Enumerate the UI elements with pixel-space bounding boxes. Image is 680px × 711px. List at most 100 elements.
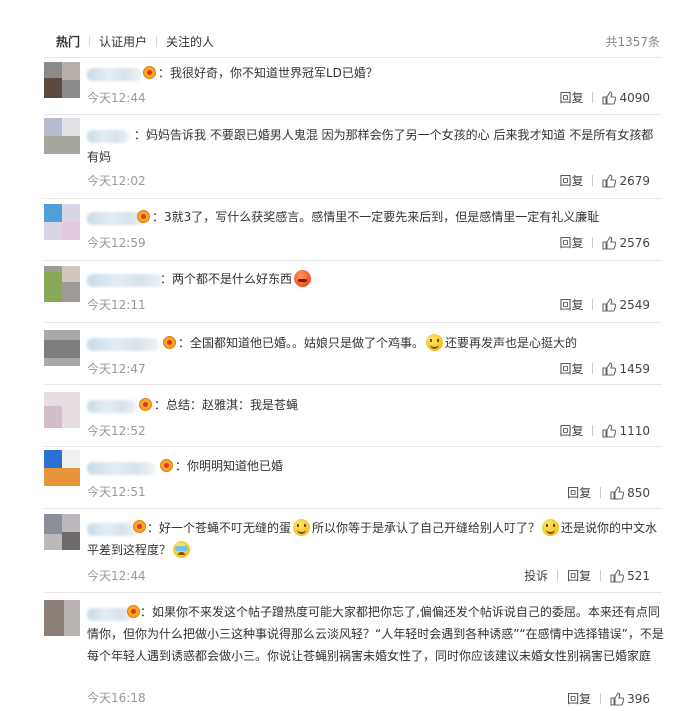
like-count: 2679: [619, 173, 650, 188]
action-divider: [600, 570, 602, 581]
comment-text: ：全国都知道他已婚。。姑娘只是做了个鸡事。 还要再发声也是心挺大的: [178, 332, 577, 354]
reply-button[interactable]: 回复: [559, 234, 583, 251]
username[interactable]: [87, 400, 137, 413]
comment-tabs: 热门 认证用户 关注的人 共1357条: [0, 0, 680, 58]
username[interactable]: [87, 68, 141, 81]
action-divider: [600, 693, 602, 704]
vip-badge-icon: [160, 459, 173, 472]
comment-item: ：好一个苍蝇不叮无缝的蛋 所以你等于是承认了自己开缝给别人叮了？ 还是说你的中文水 …: [0, 508, 680, 592]
like-button[interactable]: 2576: [602, 236, 650, 250]
comment-text: ：总结：赵雅淇：我是苍蝇: [154, 398, 299, 412]
avatar[interactable]: [44, 62, 80, 98]
angry-emoji-icon: [294, 270, 312, 287]
like-count: 4090: [619, 90, 650, 105]
tab-following[interactable]: 关注的人: [166, 33, 214, 50]
comment-time: 今天12:44: [87, 91, 146, 105]
avatar[interactable]: [44, 266, 80, 302]
action-divider: [592, 425, 594, 436]
like-button[interactable]: 1459: [602, 362, 650, 376]
comment-text-part: ：全国都知道他已婚。。姑娘只是做了个鸡事。: [178, 336, 425, 350]
report-button[interactable]: 投诉: [524, 567, 548, 584]
like-count: 1459: [619, 361, 650, 376]
action-divider: [592, 299, 594, 310]
reply-button[interactable]: 回复: [559, 422, 583, 439]
comment-item: ：3就3了，写什么获奖感言。感情里不一定要先来后到，但是感情里一定有礼义廉耻 今…: [0, 198, 680, 260]
action-divider: [592, 237, 594, 248]
reply-button[interactable]: 回复: [567, 567, 591, 584]
avatar[interactable]: [44, 600, 80, 636]
comment-text: ：我很好奇，你不知道世界冠军LD已婚？: [158, 66, 378, 80]
comment-item: ：我很好奇，你不知道世界冠军LD已婚？ 今天12:44 回复 4090: [0, 58, 680, 114]
avatar[interactable]: [44, 392, 80, 428]
comment-item: ：如果你不来发这个帖子蹭热度可能大家都把你忘了,偏偏还发个帖诉说自己的委屈。本来…: [0, 592, 680, 711]
like-button[interactable]: 850: [610, 486, 650, 500]
comment-time: 今天12:44: [87, 569, 146, 583]
tab-divider: [156, 35, 158, 47]
vip-badge-icon: [163, 336, 176, 349]
comment-item: ：总结：赵雅淇：我是苍蝇 今天12:52 回复 1110: [0, 384, 680, 446]
avatar[interactable]: [44, 330, 80, 366]
like-count: 850: [627, 485, 650, 500]
comment-time: 今天12:02: [87, 174, 146, 188]
tab-verified-users[interactable]: 认证用户: [99, 33, 147, 50]
comment-text: ：你明明知道他已婚: [175, 459, 284, 473]
like-button[interactable]: 521: [610, 569, 650, 583]
comment-text: ：如果你不来发这个帖子蹭热度可能大家都把你忘了,偏偏还发个帖诉说自己的委屈。本来…: [87, 605, 664, 663]
avatar[interactable]: [44, 118, 80, 154]
reply-button[interactable]: 回复: [559, 360, 583, 377]
avatar[interactable]: [44, 514, 80, 550]
comment-time: 今天12:47: [87, 362, 146, 376]
like-button[interactable]: 396: [610, 692, 650, 706]
like-button[interactable]: 2549: [602, 298, 650, 312]
comment-text: ：妈妈告诉我 不要跟已婚男人鬼混 因为那样会伤了另一个女孩的心 后来我才知道 不…: [87, 128, 654, 164]
comment-text: ：两个都不是什么好东西: [160, 272, 293, 286]
comment-text: 平差到这程度？: [87, 539, 192, 561]
thumb-up-icon: [602, 297, 617, 312]
reply-button[interactable]: 回复: [559, 296, 583, 313]
action-divider: [557, 570, 559, 581]
like-button[interactable]: 2679: [602, 174, 650, 188]
avatar[interactable]: [44, 204, 80, 240]
comment-time: 今天12:11: [87, 298, 146, 312]
like-count: 396: [627, 691, 650, 706]
action-divider: [592, 92, 594, 103]
like-count: 2549: [619, 297, 650, 312]
thumb-up-icon: [602, 361, 617, 376]
username[interactable]: [87, 274, 163, 287]
thumb-up-icon: [610, 485, 625, 500]
like-button[interactable]: 1110: [602, 424, 650, 438]
reply-button[interactable]: 回复: [559, 172, 583, 189]
username[interactable]: [87, 462, 155, 475]
comment-time: 今天16:18: [87, 691, 146, 705]
action-divider: [592, 363, 594, 374]
username[interactable]: [87, 338, 159, 351]
username[interactable]: [87, 523, 137, 536]
avatar[interactable]: [44, 450, 80, 486]
tab-hot[interactable]: 热门: [56, 33, 80, 50]
vip-badge-icon: [139, 398, 152, 411]
thumb-up-icon: [602, 235, 617, 250]
comment-item: ：两个都不是什么好东西 今天12:11 回复 2549: [0, 260, 680, 322]
thumb-up-icon: [602, 173, 617, 188]
smile-emoji-icon: [293, 519, 311, 536]
vip-badge-icon: [137, 210, 150, 223]
thumb-up-icon: [602, 423, 617, 438]
thumb-up-icon: [610, 568, 625, 583]
like-count: 1110: [619, 423, 650, 438]
reply-button[interactable]: 回复: [567, 690, 591, 707]
vip-badge-icon: [133, 520, 146, 533]
action-divider: [600, 487, 602, 498]
like-button[interactable]: 4090: [602, 91, 650, 105]
reply-button[interactable]: 回复: [559, 89, 583, 106]
comment-item: ：妈妈告诉我 不要跟已婚男人鬼混 因为那样会伤了另一个女孩的心 后来我才知道 不…: [0, 114, 680, 198]
comment-count: 共1357条: [605, 35, 660, 49]
comment-text-part: 还是说你的中文水: [561, 521, 658, 535]
smile-emoji-icon: [426, 334, 444, 351]
action-divider: [592, 175, 594, 186]
tab-divider: [89, 35, 91, 47]
thumb-up-icon: [602, 90, 617, 105]
comment-text: ：两个都不是什么好东西: [160, 268, 313, 290]
comment-time: 今天12:51: [87, 485, 146, 499]
comment-text-part: ：好一个苍蝇不叮无缝的蛋: [147, 521, 292, 535]
reply-button[interactable]: 回复: [567, 484, 591, 501]
